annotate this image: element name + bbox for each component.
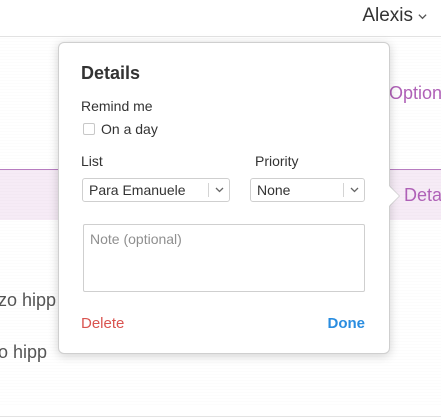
- delete-button[interactable]: Delete: [81, 315, 124, 332]
- list-label: List: [81, 153, 103, 169]
- on-a-day-label: On a day: [101, 121, 158, 137]
- chevron-down-icon: [418, 13, 427, 19]
- list-item-details-text: Deta: [404, 185, 441, 205]
- list-select-value: Para Emanuele: [89, 182, 186, 198]
- chevron-down-icon: [344, 187, 364, 193]
- priority-label: Priority: [255, 153, 299, 169]
- remind-me-label: Remind me: [81, 98, 153, 114]
- chevron-down-icon: [209, 187, 229, 193]
- list-item-text: zo hipp: [0, 290, 57, 310]
- details-popover: Details Remind me On a day List Priority…: [58, 42, 390, 354]
- popover-title: Details: [81, 63, 141, 83]
- note-field[interactable]: Note (optional): [83, 224, 365, 292]
- note-placeholder: Note (optional): [90, 231, 182, 247]
- user-menu[interactable]: Alexis: [362, 4, 427, 28]
- done-button[interactable]: Done: [328, 315, 366, 332]
- priority-select-value: None: [257, 182, 291, 198]
- priority-select[interactable]: None: [250, 178, 365, 202]
- list-item-option-text: Option: [389, 83, 441, 103]
- list-item[interactable]: [0, 376, 441, 417]
- list-item-text: o hipp: [0, 342, 48, 362]
- top-bar: Alexis: [0, 0, 441, 37]
- on-a-day-option[interactable]: On a day: [83, 121, 158, 137]
- on-a-day-checkbox[interactable]: [83, 123, 95, 135]
- popover-arrow-fill: [387, 184, 399, 208]
- user-name: Alexis: [362, 5, 413, 26]
- list-select[interactable]: Para Emanuele: [82, 178, 230, 202]
